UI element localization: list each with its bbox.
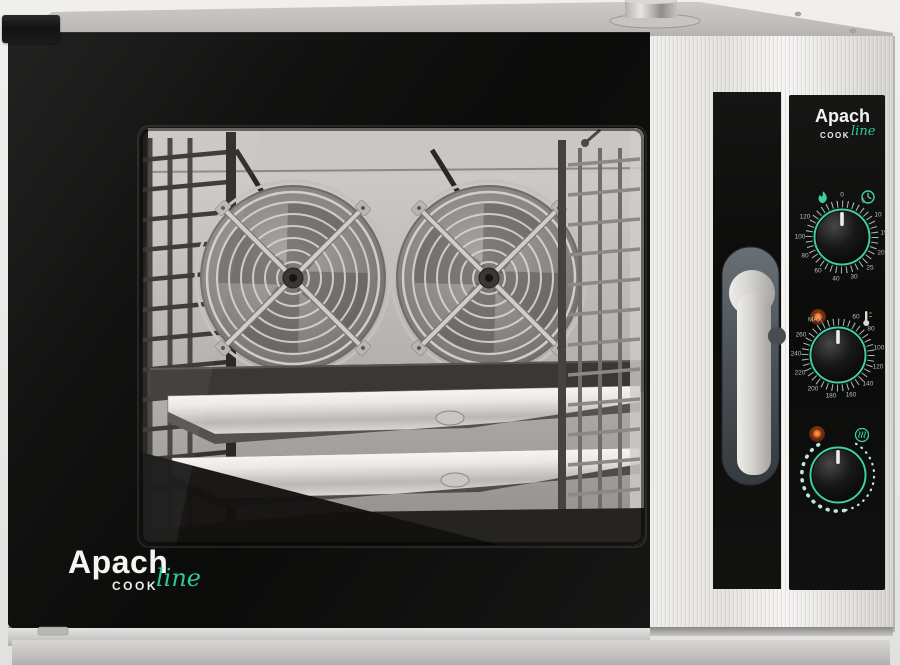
temp-scale-label: 120: [873, 364, 884, 371]
timer-scale-label: 5: [861, 198, 865, 205]
oven-base: [12, 640, 890, 665]
door-hinge-top: [2, 15, 60, 43]
timer-scale-label: 100: [795, 234, 806, 241]
door-brand-line: line: [156, 564, 201, 592]
timer-scale-label: 120: [800, 214, 811, 221]
timer-scale-label: 20: [877, 250, 884, 257]
timer-scale-label: 15: [880, 230, 887, 237]
panel-brand-cook: COOK: [820, 131, 850, 140]
timer-scale-label: 30: [850, 274, 857, 281]
temp-scale-label: 80: [867, 326, 874, 333]
temp-scale-label: 260: [796, 332, 807, 339]
panel-brand-line: line: [851, 124, 875, 139]
timer-scale-label: 10: [874, 212, 881, 219]
door-brand-cook: COOK: [112, 579, 158, 593]
temp-scale-label: 180: [826, 393, 837, 400]
door-brand-logo: Apach: [68, 544, 168, 581]
temp-scale-label: 200: [808, 386, 819, 393]
timer-scale-label: 0: [840, 192, 844, 199]
control-panel: [789, 95, 885, 590]
temp-scale-label: 100: [874, 345, 885, 352]
temp-scale-label: 60: [852, 314, 859, 321]
temp-scale-label: 240: [791, 351, 802, 358]
temp-scale-label: 140: [863, 381, 874, 388]
temp-scale-label: MAX: [808, 317, 822, 324]
handle-panel: [713, 92, 781, 589]
timer-scale-label: 40: [832, 276, 839, 283]
timer-scale-label: 25: [866, 265, 873, 272]
temp-scale-label: 160: [846, 392, 857, 399]
oven-door: [8, 32, 650, 628]
oven-product-photo: Apach COOK line Apach COOK line 0 5 10 1…: [0, 0, 900, 665]
timer-scale-label: 60: [814, 268, 821, 275]
temp-scale-label: 220: [795, 370, 806, 377]
top-screw: [795, 12, 801, 16]
timer-scale-label: 80: [801, 253, 808, 260]
